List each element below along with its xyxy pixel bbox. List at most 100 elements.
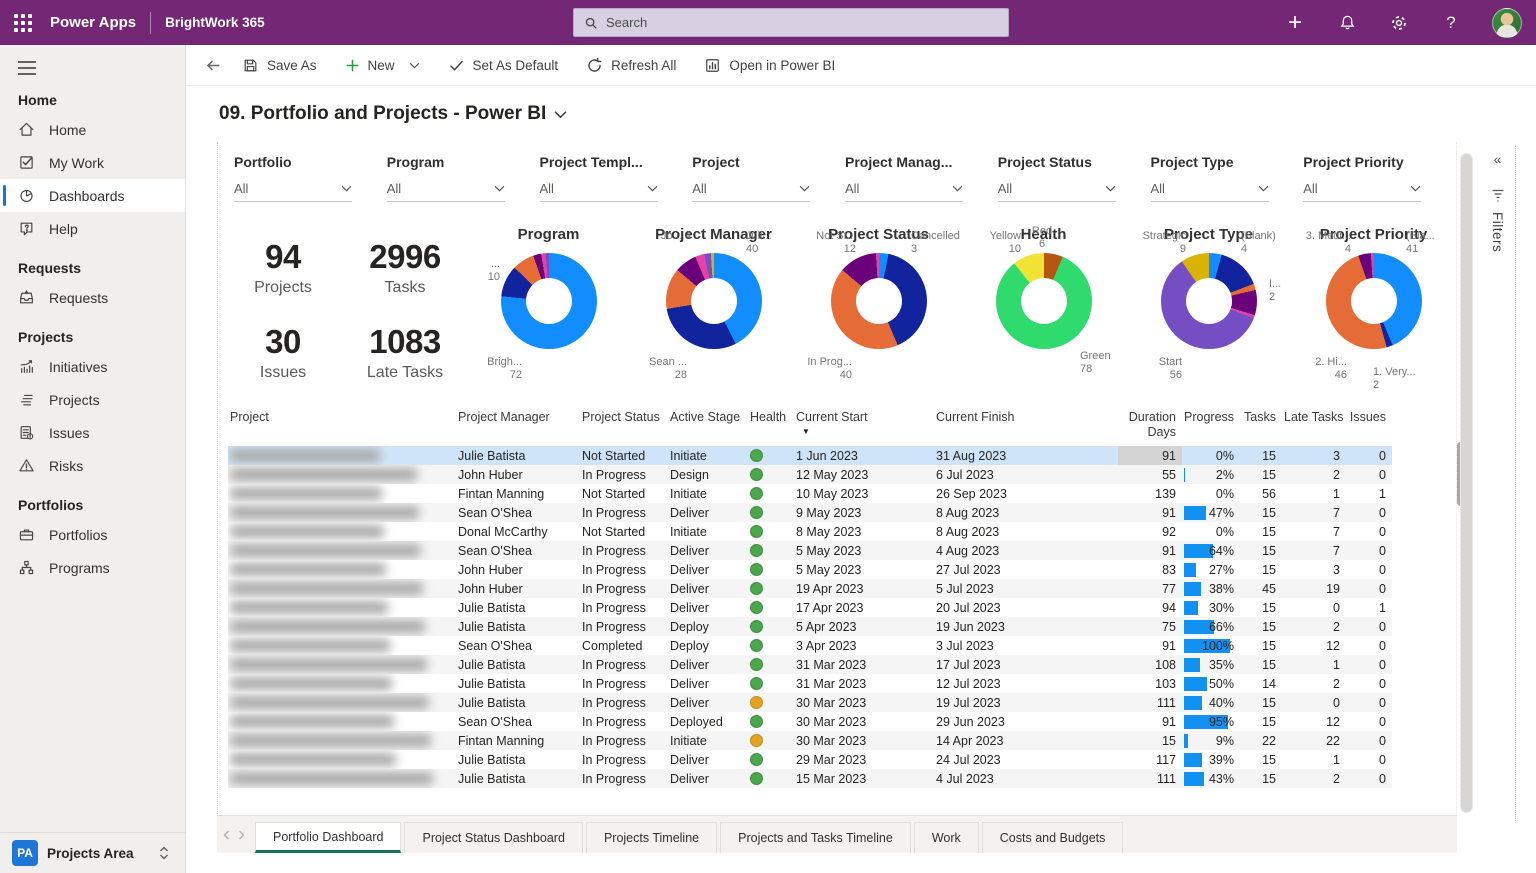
app-launcher-icon[interactable] bbox=[0, 0, 46, 45]
sidebar-item-programs[interactable]: Programs bbox=[0, 551, 185, 584]
blurred-project-name bbox=[230, 772, 433, 785]
tabs-scroll-left-icon[interactable] bbox=[223, 830, 230, 840]
sidebar-item-initiatives[interactable]: Initiatives bbox=[0, 350, 185, 383]
donut-plot[interactable] bbox=[831, 253, 927, 349]
slicer-dropdown[interactable]: All bbox=[1303, 181, 1422, 202]
command-open-in-power-bi[interactable]: Open in Power BI bbox=[704, 57, 835, 74]
column-header-health[interactable]: Health bbox=[748, 406, 794, 446]
column-header-current-finish[interactable]: Current Finish bbox=[934, 406, 1118, 446]
table-row[interactable]: John Huber In Progress Deliver 19 Apr 2023 5… bbox=[228, 579, 1392, 598]
sidebar-item-dashboards[interactable]: Dashboards bbox=[0, 179, 185, 212]
sidebar-item-issues[interactable]: Issues bbox=[0, 416, 185, 449]
table-row[interactable]: Sean O'Shea In Progress Deliver 5 May 2023 4… bbox=[228, 541, 1392, 560]
health-dot-green bbox=[750, 448, 763, 462]
column-header-project-status[interactable]: Project Status bbox=[580, 406, 668, 446]
table-row[interactable]: John Huber In Progress Design 12 May 2023 6 … bbox=[228, 465, 1392, 484]
command-save-as[interactable]: Save As bbox=[242, 57, 317, 74]
slicer-dropdown[interactable]: All bbox=[1150, 181, 1269, 202]
donut-plot[interactable] bbox=[1161, 253, 1257, 349]
programs-icon bbox=[18, 559, 36, 577]
sidebar-item-home[interactable]: Home bbox=[0, 113, 185, 146]
command-refresh-all[interactable]: Refresh All bbox=[586, 57, 676, 74]
tabs-scroll-right-icon[interactable] bbox=[238, 830, 245, 840]
column-header-issues[interactable]: Issues bbox=[1346, 406, 1392, 446]
command-set-as-default[interactable]: Set As Default bbox=[448, 57, 558, 74]
table-row[interactable]: Fintan Manning Not Started Initiate 10 May … bbox=[228, 484, 1392, 503]
slicer-dropdown[interactable]: All bbox=[845, 181, 963, 202]
help-question-icon[interactable]: ? bbox=[1440, 12, 1462, 34]
cell-health bbox=[748, 750, 794, 769]
cell-project-manager: John Huber bbox=[456, 465, 580, 484]
donut-plot[interactable] bbox=[996, 253, 1092, 349]
column-header-late-tasks[interactable]: Late Tasks bbox=[1282, 406, 1346, 446]
area-switcher[interactable]: PA Projects Area bbox=[0, 832, 185, 873]
kpi-label: Issues bbox=[259, 364, 307, 381]
cell-active-stage: Deliver bbox=[668, 503, 748, 522]
sidebar-item-projects[interactable]: Projects bbox=[0, 383, 185, 416]
kpi-value: 1083 bbox=[369, 323, 441, 360]
sidebar-item-portfolios[interactable]: Portfolios bbox=[0, 518, 185, 551]
slicer-project-manag-: Project Manag... All bbox=[845, 154, 973, 202]
column-header-duration-days[interactable]: Duration Days bbox=[1118, 406, 1182, 446]
donut-plot[interactable] bbox=[501, 253, 597, 349]
report-tab-costs-and-budgets[interactable]: Costs and Budgets bbox=[981, 822, 1124, 853]
sidebar-item-label: Projects bbox=[49, 391, 100, 408]
environment-name: BrightWork 365 bbox=[165, 15, 265, 30]
table-row[interactable]: Sean O'Shea In Progress Deployed 30 Mar 202… bbox=[228, 712, 1392, 731]
table-row[interactable]: Sean O'Shea Completed Deploy 3 Apr 2023 3 Ju… bbox=[228, 636, 1392, 655]
table-row[interactable]: Julie Batista In Progress Deliver 31 Mar 20… bbox=[228, 655, 1392, 674]
settings-gear-icon[interactable] bbox=[1388, 12, 1410, 34]
back-arrow-icon[interactable] bbox=[198, 50, 228, 80]
table-row[interactable]: Julie Batista In Progress Deliver 31 Mar 20… bbox=[228, 674, 1392, 693]
table-row[interactable]: Sean O'Shea In Progress Deliver 9 May 2023 8… bbox=[228, 503, 1392, 522]
report-tab-projects-and-tasks-timeline[interactable]: Projects and Tasks Timeline bbox=[720, 822, 911, 853]
filter-funnel-icon[interactable] bbox=[1491, 189, 1505, 202]
search-input[interactable]: Search bbox=[573, 8, 1009, 37]
expand-filters-icon[interactable]: « bbox=[1494, 151, 1502, 167]
notifications-bell-icon[interactable] bbox=[1336, 12, 1358, 34]
slicer-dropdown[interactable]: All bbox=[539, 181, 658, 202]
table-row[interactable]: Julie Batista In Progress Deploy 5 Apr 2023… bbox=[228, 617, 1392, 636]
slicer-dropdown[interactable]: All bbox=[997, 181, 1116, 202]
table-row[interactable]: Julie Batista Not Started Initiate 1 Jun 20… bbox=[228, 446, 1392, 465]
sidebar-item-help[interactable]: Help bbox=[0, 212, 185, 245]
column-header-tasks[interactable]: Tasks bbox=[1240, 406, 1282, 446]
column-header-project-manager[interactable]: Project Manager bbox=[456, 406, 580, 446]
table-row[interactable]: Julie Batista In Progress Deliver 17 Apr 20… bbox=[228, 598, 1392, 617]
command-new[interactable]: New bbox=[345, 58, 420, 73]
cell-late-tasks: 2 bbox=[1282, 465, 1346, 484]
table-row[interactable]: Julie Batista In Progress Deliver 29 Mar 20… bbox=[228, 750, 1392, 769]
quick-create-icon[interactable]: + bbox=[1284, 10, 1306, 34]
user-avatar[interactable] bbox=[1492, 7, 1522, 38]
column-header-current-start[interactable]: Current Start ▼ bbox=[794, 406, 934, 446]
page-scrollbar[interactable] bbox=[1460, 153, 1473, 813]
sidebar-item-my-work[interactable]: My Work bbox=[0, 146, 185, 179]
cell-current-start: 31 Mar 2023 bbox=[794, 655, 934, 674]
table-row[interactable]: Julie Batista In Progress Deliver 30 Mar 20… bbox=[228, 693, 1392, 712]
column-header-active-stage[interactable]: Active Stage bbox=[668, 406, 748, 446]
slicer-dropdown[interactable]: All bbox=[386, 181, 505, 202]
slicer-dropdown[interactable]: All bbox=[692, 181, 811, 202]
table-row[interactable]: Fintan Manning In Progress Initiate 30 Mar … bbox=[228, 731, 1392, 750]
hamburger-menu-icon[interactable] bbox=[0, 45, 185, 77]
cell-current-finish: 20 Jul 2023 bbox=[936, 600, 1001, 615]
report-tab-projects-timeline[interactable]: Projects Timeline bbox=[585, 822, 718, 853]
donut-plot[interactable] bbox=[1326, 253, 1422, 349]
report-tab-work[interactable]: Work bbox=[913, 822, 979, 853]
report-tab-project-status-dashboard[interactable]: Project Status Dashboard bbox=[404, 822, 583, 853]
table-row[interactable]: John Huber In Progress Deliver 5 May 2023 27… bbox=[228, 560, 1392, 579]
table-row[interactable]: Donal McCarthy Not Started Initiate 8 May 2… bbox=[228, 522, 1392, 541]
data-label: In Prog... 40 bbox=[807, 356, 852, 381]
sidebar-item-requests[interactable]: Requests bbox=[0, 281, 185, 314]
sidebar-item-risks[interactable]: Risks bbox=[0, 449, 185, 482]
slicer-dropdown[interactable]: All bbox=[234, 181, 352, 202]
cell-tasks: 15 bbox=[1240, 655, 1282, 674]
cell-progress: 43% bbox=[1182, 769, 1240, 788]
dashboard-selector[interactable]: 09. Portfolio and Projects - Power BI bbox=[186, 86, 1536, 125]
cell-late-tasks: 7 bbox=[1282, 541, 1346, 560]
donut-plot[interactable] bbox=[666, 253, 762, 349]
report-tab-portfolio-dashboard[interactable]: Portfolio Dashboard bbox=[255, 822, 402, 853]
table-row[interactable]: Julie Batista In Progress Deliver 15 Mar 20… bbox=[228, 769, 1392, 788]
column-header-project[interactable]: Project bbox=[228, 406, 456, 446]
column-header-progress[interactable]: Progress bbox=[1182, 406, 1240, 446]
